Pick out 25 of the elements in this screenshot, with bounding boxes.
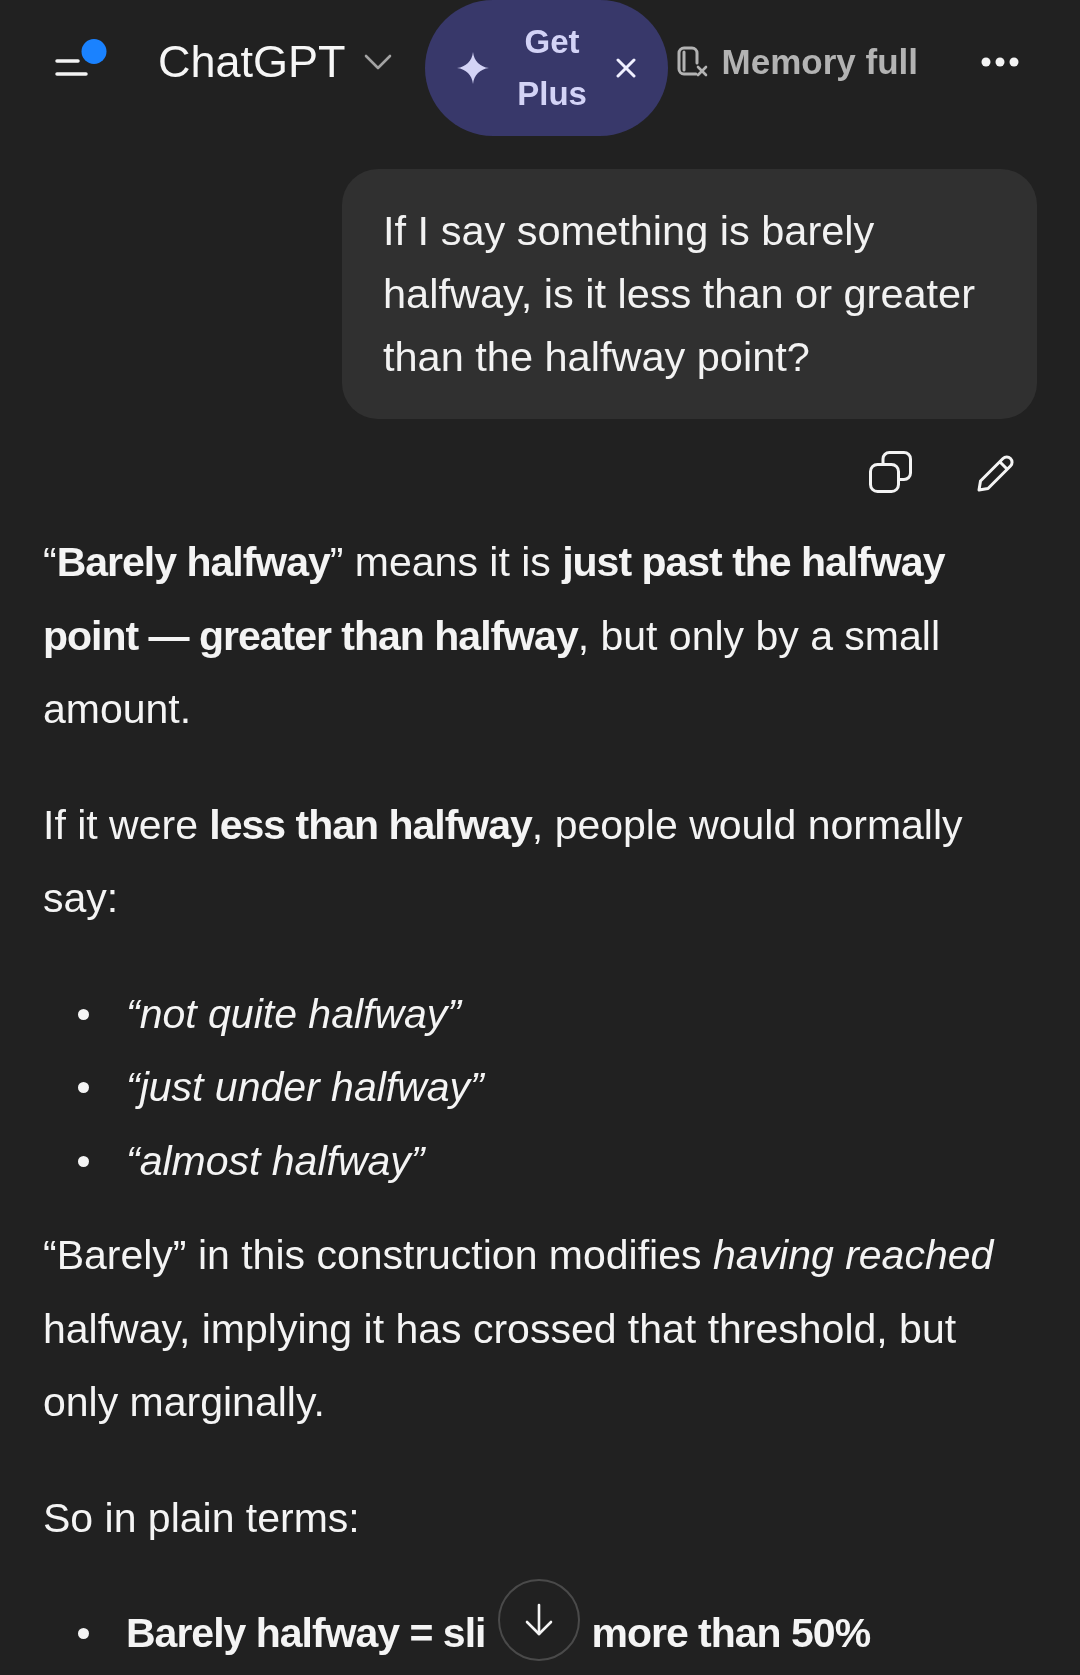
close-icon[interactable] bbox=[615, 58, 636, 78]
copy-icon[interactable] bbox=[869, 451, 912, 493]
menu-icon[interactable] bbox=[55, 39, 107, 77]
list-item-text: “just under halfway” bbox=[126, 1063, 484, 1112]
sparkle-icon bbox=[456, 52, 489, 84]
list-item-text: “almost halfway” bbox=[126, 1136, 425, 1186]
arrow-down-icon bbox=[523, 1603, 555, 1637]
list-item-text: “not quite halfway” bbox=[126, 989, 461, 1039]
bullet-icon bbox=[78, 1155, 89, 1167]
message-paragraph: So in plain terms: bbox=[43, 1493, 361, 1543]
card-x-icon bbox=[675, 46, 708, 78]
message-paragraph: “Barely halfway” means it is just past the halfway point — greater than halfway, but only by a small amount. bbox=[43, 538, 946, 734]
caret-icon bbox=[363, 54, 392, 70]
bullet-icon bbox=[78, 1628, 89, 1640]
model-selector[interactable]: ChatGPT bbox=[158, 37, 392, 87]
user-message: If I say something is barely halfway, is it less than or greater than the halfway point? bbox=[342, 169, 1037, 419]
more-icon[interactable] bbox=[981, 57, 1019, 67]
message-paragraph: If it were less than halfway, people would normally say: bbox=[43, 800, 964, 923]
bullet-icon bbox=[78, 1082, 89, 1094]
get-plus-link[interactable]: Get Plus bbox=[509, 16, 596, 120]
bullet-icon bbox=[78, 1008, 89, 1020]
memory-status-button[interactable]: Memory full bbox=[675, 35, 918, 89]
list-item-text: Barely halfway = sli bbox=[126, 1609, 486, 1658]
message-paragraph: “Barely” in this construction modifies having reached halfway, implying it has crossed that threshold, but only marginally. bbox=[43, 1231, 996, 1427]
list-item-text: more than 50% bbox=[591, 1609, 871, 1658]
